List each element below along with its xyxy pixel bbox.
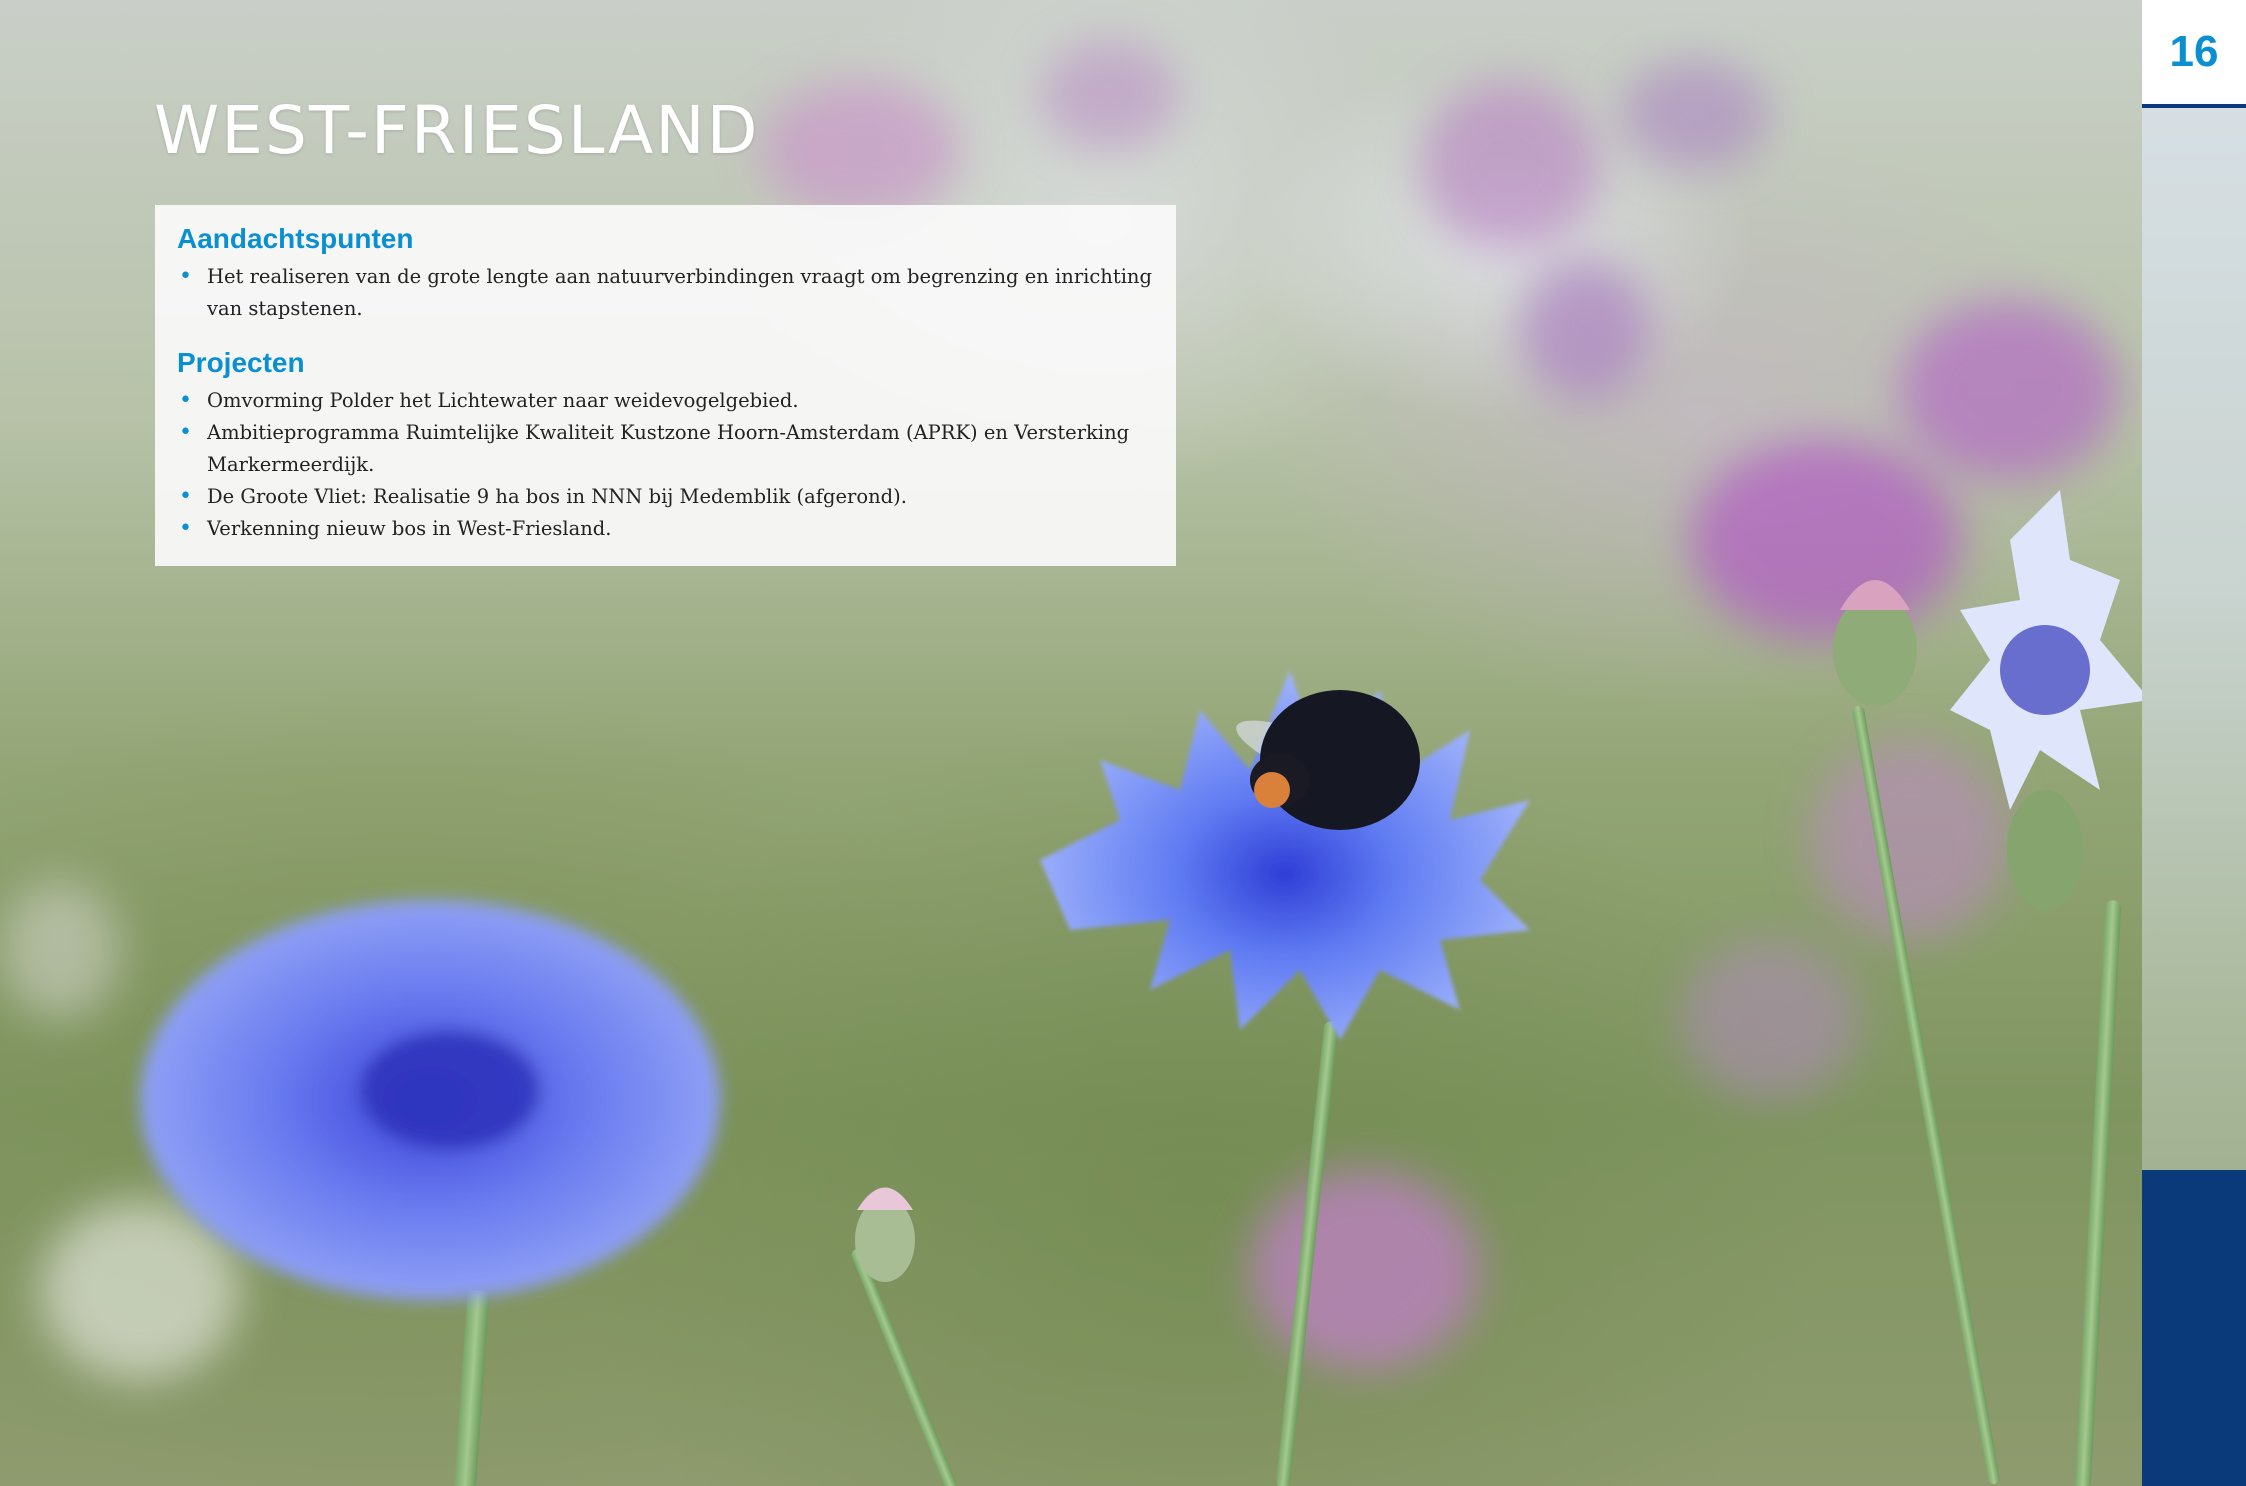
bullet-icon: • xyxy=(179,484,192,509)
cornflower-left xyxy=(140,900,720,1300)
cornflower-with-bee xyxy=(1040,670,1530,1040)
bud xyxy=(1833,580,1917,706)
list-item: • Het realiseren van de grote lengte aan… xyxy=(177,261,1154,325)
list-item-text: Het realiseren van de grote lengte aan n… xyxy=(207,265,1152,320)
bullet-icon: • xyxy=(179,388,192,413)
info-panel: Aandachtspunten • Het realiseren van de … xyxy=(155,205,1176,566)
list-item: • Verkenning nieuw bos in West-Friesland… xyxy=(177,513,1154,545)
list-item-text: Ambitieprogramma Ruimtelijke Kwaliteit K… xyxy=(207,421,1130,476)
section-heading-projecten: Projecten xyxy=(177,347,305,378)
page-number: 16 xyxy=(2169,27,2219,76)
list-item-text: Verkenning nieuw bos in West-Friesland. xyxy=(207,517,612,540)
bullet-icon: • xyxy=(179,420,192,445)
list-item: • De Groote Vliet: Realisatie 9 ha bos i… xyxy=(177,481,1154,513)
cornflower-right xyxy=(1950,490,2142,910)
list-item-text: Omvorming Polder het Lichtewater naar we… xyxy=(207,389,799,412)
page-number-box: 16 xyxy=(2142,0,2246,108)
bullet-icon: • xyxy=(179,264,192,289)
section-heading-aandachtspunten: Aandachtspunten xyxy=(177,223,414,254)
aandachtspunten-list: • Het realiseren van de grote lengte aan… xyxy=(177,261,1154,325)
list-item: • Omvorming Polder het Lichtewater naar … xyxy=(177,385,1154,417)
list-item-text: De Groote Vliet: Realisatie 9 ha bos in … xyxy=(207,485,907,508)
navy-accent-block xyxy=(2142,1170,2246,1486)
bullet-icon: • xyxy=(179,516,192,541)
projecten-list: • Omvorming Polder het Lichtewater naar … xyxy=(177,385,1154,545)
list-item: • Ambitieprogramma Ruimtelijke Kwaliteit… xyxy=(177,417,1154,481)
bud xyxy=(855,1187,915,1282)
page-title: WEST-FRIESLAND xyxy=(154,92,760,169)
